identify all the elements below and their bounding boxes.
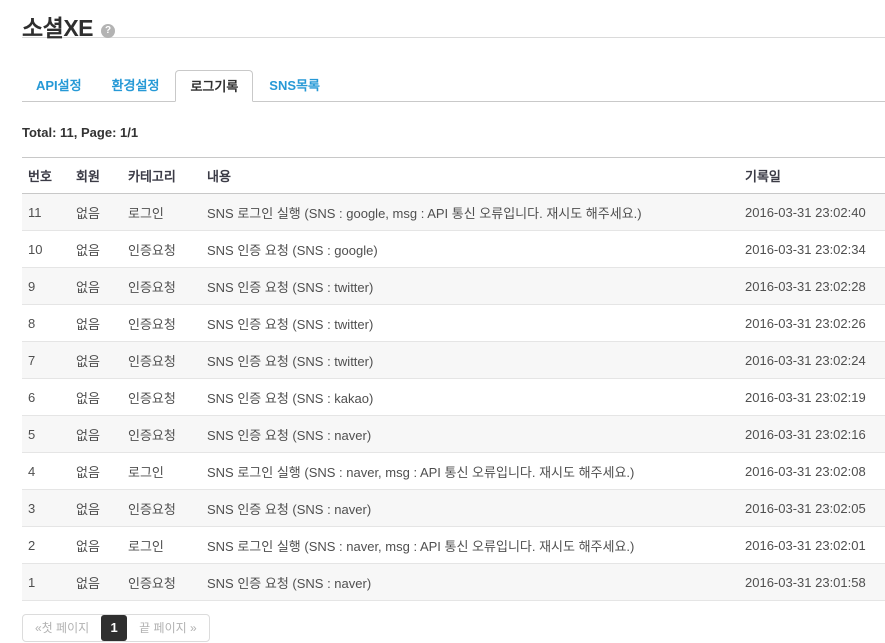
table-row: 7없음인증요청SNS 인증 요청 (SNS : twitter)2016-03-… [22,342,885,379]
cell-date: 2016-03-31 23:02:34 [739,231,885,268]
cell-date: 2016-03-31 23:02:08 [739,453,885,490]
table-header-row: 번호 회원 카테고리 내용 기록일 [22,158,885,194]
page-header: 소셜XE? [22,0,885,38]
cell-number: 1 [22,564,70,601]
table-row: 6없음인증요청SNS 인증 요청 (SNS : kakao)2016-03-31… [22,379,885,416]
cell-category: 인증요청 [122,305,201,342]
last-page-button[interactable]: 끝 페이지 » [127,615,209,641]
cell-content: SNS 로그인 실행 (SNS : naver, msg : API 통신 오류… [201,453,739,490]
cell-date: 2016-03-31 23:02:19 [739,379,885,416]
cell-member: 없음 [70,305,122,342]
col-header-date: 기록일 [739,158,885,194]
cell-number: 10 [22,231,70,268]
cell-date: 2016-03-31 23:01:58 [739,564,885,601]
table-row: 8없음인증요청SNS 인증 요청 (SNS : twitter)2016-03-… [22,305,885,342]
cell-date: 2016-03-31 23:02:01 [739,527,885,564]
tab-log-records[interactable]: 로그기록 [175,70,253,102]
cell-date: 2016-03-31 23:02:05 [739,490,885,527]
cell-number: 11 [22,194,70,231]
cell-member: 없음 [70,379,122,416]
cell-member: 없음 [70,564,122,601]
log-table-body: 11없음로그인SNS 로그인 실행 (SNS : google, msg : A… [22,194,885,601]
cell-number: 5 [22,416,70,453]
cell-category: 로그인 [122,194,201,231]
col-header-content: 내용 [201,158,739,194]
tab-bar: API설정 환경설정 로그기록 SNS목록 [22,70,885,102]
table-row: 5없음인증요청SNS 인증 요청 (SNS : naver)2016-03-31… [22,416,885,453]
tab-env-settings[interactable]: 환경설정 [98,70,174,102]
current-page-button[interactable]: 1 [101,615,127,641]
cell-member: 없음 [70,194,122,231]
cell-content: SNS 인증 요청 (SNS : twitter) [201,342,739,379]
cell-content: SNS 인증 요청 (SNS : kakao) [201,379,739,416]
cell-member: 없음 [70,490,122,527]
col-header-number: 번호 [22,158,70,194]
table-row: 3없음인증요청SNS 인증 요청 (SNS : naver)2016-03-31… [22,490,885,527]
cell-number: 2 [22,527,70,564]
cell-content: SNS 로그인 실행 (SNS : naver, msg : API 통신 오류… [201,527,739,564]
table-row: 4없음로그인SNS 로그인 실행 (SNS : naver, msg : API… [22,453,885,490]
cell-date: 2016-03-31 23:02:16 [739,416,885,453]
cell-member: 없음 [70,342,122,379]
cell-member: 없음 [70,453,122,490]
cell-number: 6 [22,379,70,416]
tab-sns-list[interactable]: SNS목록 [255,70,334,102]
cell-content: SNS 로그인 실행 (SNS : google, msg : API 통신 오… [201,194,739,231]
pagination: «첫 페이지 1 끝 페이지 » [22,614,210,642]
cell-content: SNS 인증 요청 (SNS : google) [201,231,739,268]
cell-category: 인증요청 [122,379,201,416]
cell-category: 인증요청 [122,342,201,379]
cell-category: 인증요청 [122,231,201,268]
cell-date: 2016-03-31 23:02:24 [739,342,885,379]
cell-date: 2016-03-31 23:02:40 [739,194,885,231]
col-header-category: 카테고리 [122,158,201,194]
admin-page: 소셜XE? API설정 환경설정 로그기록 SNS목록 Total: 11, P… [0,0,885,642]
cell-date: 2016-03-31 23:02:28 [739,268,885,305]
cell-content: SNS 인증 요청 (SNS : twitter) [201,268,739,305]
table-row: 10없음인증요청SNS 인증 요청 (SNS : google)2016-03-… [22,231,885,268]
page-title: 소셜XE [22,9,93,43]
tab-api-settings[interactable]: API설정 [22,70,96,102]
table-row: 9없음인증요청SNS 인증 요청 (SNS : twitter)2016-03-… [22,268,885,305]
cell-member: 없음 [70,268,122,305]
log-table: 번호 회원 카테고리 내용 기록일 11없음로그인SNS 로그인 실행 (SNS… [22,157,885,601]
cell-number: 4 [22,453,70,490]
cell-content: SNS 인증 요청 (SNS : twitter) [201,305,739,342]
cell-category: 인증요청 [122,564,201,601]
col-header-member: 회원 [70,158,122,194]
cell-number: 7 [22,342,70,379]
cell-category: 로그인 [122,527,201,564]
help-icon[interactable]: ? [101,24,115,38]
table-row: 2없음로그인SNS 로그인 실행 (SNS : naver, msg : API… [22,527,885,564]
table-row: 11없음로그인SNS 로그인 실행 (SNS : google, msg : A… [22,194,885,231]
cell-member: 없음 [70,231,122,268]
total-page-summary: Total: 11, Page: 1/1 [22,125,885,140]
table-row: 1없음인증요청SNS 인증 요청 (SNS : naver)2016-03-31… [22,564,885,601]
cell-category: 인증요청 [122,490,201,527]
cell-category: 인증요청 [122,268,201,305]
cell-number: 8 [22,305,70,342]
cell-number: 3 [22,490,70,527]
cell-content: SNS 인증 요청 (SNS : naver) [201,416,739,453]
cell-date: 2016-03-31 23:02:26 [739,305,885,342]
first-page-button[interactable]: «첫 페이지 [23,615,101,641]
cell-member: 없음 [70,416,122,453]
cell-category: 인증요청 [122,416,201,453]
cell-content: SNS 인증 요청 (SNS : naver) [201,490,739,527]
cell-number: 9 [22,268,70,305]
cell-category: 로그인 [122,453,201,490]
cell-member: 없음 [70,527,122,564]
cell-content: SNS 인증 요청 (SNS : naver) [201,564,739,601]
